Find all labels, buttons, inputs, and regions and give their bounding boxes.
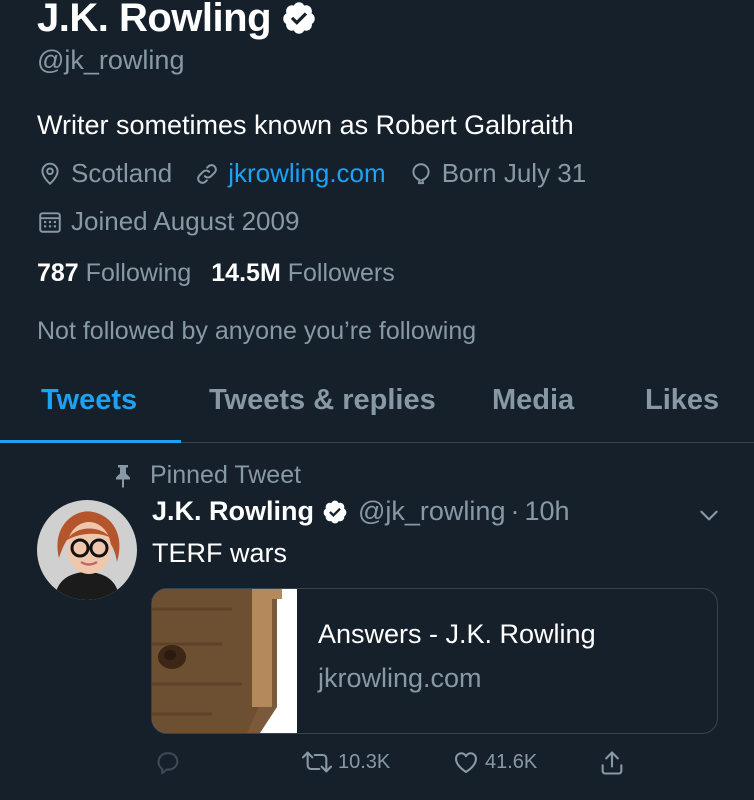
tweet-timestamp[interactable]: 10h — [524, 496, 569, 527]
card-domain: jkrowling.com — [318, 663, 482, 693]
tweet-actions: 10.3K 41.6K — [0, 748, 754, 788]
link-card[interactable]: Answers - J.K. Rowling jkrowling.com — [151, 588, 718, 734]
balloon-icon — [412, 162, 430, 184]
following-link[interactable]: 787 Following — [37, 259, 191, 288]
not-followed-text: Not followed by anyone you’re following — [37, 317, 477, 345]
website-link[interactable]: jkrowling.com — [228, 158, 386, 189]
tweet-author-name[interactable]: J.K. Rowling — [152, 496, 314, 527]
card-title: Answers - J.K. Rowling — [318, 619, 596, 649]
link-icon — [197, 163, 218, 184]
tab-tweets-and-replies[interactable]: Tweets & replies — [209, 384, 436, 417]
joined-text: Joined August 2009 — [71, 206, 300, 236]
location-text: Scotland — [71, 158, 173, 188]
following-label: Following — [85, 259, 192, 287]
follow-counts: 787 Following 14.5M Followers — [37, 259, 395, 288]
avatar-portrait-icon — [37, 500, 137, 600]
profile-meta-row-2: Joined August 2009 — [37, 206, 321, 237]
pin-icon — [116, 464, 130, 488]
pinned-text: Pinned Tweet — [150, 461, 302, 489]
profile-handle: @jk_rowling — [37, 45, 185, 75]
birthday-text: Born July 31 — [441, 158, 587, 188]
followers-count: 14.5M — [211, 259, 281, 287]
tab-media[interactable]: Media — [492, 384, 574, 417]
location-pin-icon — [41, 162, 59, 185]
reply-button[interactable] — [154, 748, 182, 776]
heart-icon — [455, 752, 477, 773]
calendar-icon — [39, 211, 61, 233]
birthday: Born July 31 — [408, 158, 587, 189]
card-thumbnail-image — [152, 589, 297, 733]
verified-badge-icon — [283, 2, 315, 34]
share-icon — [601, 751, 623, 775]
tab-tweets[interactable]: Tweets — [41, 384, 137, 417]
pinned-tweet-label: Pinned Tweet — [112, 461, 301, 490]
profile-name-text: J.K. Rowling — [37, 0, 272, 40]
reply-icon — [157, 752, 179, 775]
retweet-icon — [301, 751, 333, 773]
verified-badge-icon — [323, 500, 347, 523]
retweet-button[interactable]: 10.3K — [300, 748, 390, 776]
chevron-down-icon[interactable] — [696, 502, 722, 528]
tweet-text: TERF wars — [152, 538, 287, 568]
like-button[interactable]: 41.6K — [451, 748, 537, 776]
like-count: 41.6K — [485, 750, 538, 773]
following-count: 787 — [37, 259, 79, 287]
followers-link[interactable]: 14.5M Followers — [211, 259, 394, 288]
profile-tabs: Tweets Tweets & replies Media Likes — [0, 376, 754, 443]
tweet-author-handle[interactable]: @jk_rowling — [358, 496, 505, 527]
profile-name: J.K. Rowling — [37, 0, 317, 40]
tweet-separator: · — [510, 496, 520, 526]
retweet-count: 10.3K — [338, 750, 391, 773]
tweet-header: J.K. Rowling @jk_rowling · 10h — [152, 496, 570, 527]
avatar[interactable] — [37, 500, 137, 600]
tab-likes[interactable]: Likes — [645, 384, 719, 417]
website[interactable]: jkrowling.com — [194, 158, 386, 189]
share-button[interactable] — [598, 748, 626, 778]
profile-meta-row: Scotland jkrowling.com Born July 31 — [37, 158, 608, 189]
joined: Joined August 2009 — [37, 206, 299, 237]
profile-bio: Writer sometimes known as Robert Galbrai… — [37, 110, 574, 140]
followers-label: Followers — [287, 259, 395, 287]
active-tab-indicator — [0, 440, 181, 443]
location: Scotland — [37, 158, 172, 189]
